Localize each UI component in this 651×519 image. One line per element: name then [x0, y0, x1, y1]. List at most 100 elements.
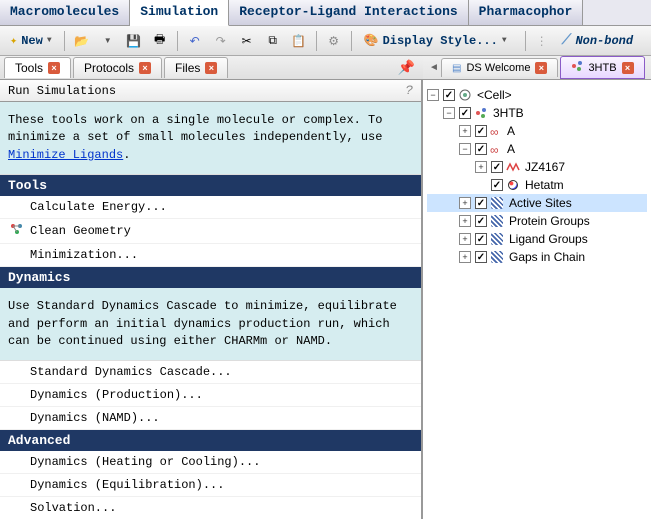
tab-3htb[interactable]: 3HTB × — [560, 56, 644, 79]
tool-clean-geometry[interactable]: Clean Geometry — [0, 219, 421, 244]
tree-node-chain-a-1[interactable]: + A — [427, 122, 647, 140]
tab-protocols[interactable]: Protocols × — [73, 57, 162, 78]
main-menubar: Macromolecules Simulation Receptor-Ligan… — [0, 0, 651, 26]
checkbox[interactable] — [491, 179, 503, 191]
tree-node-cell[interactable]: − <Cell> — [427, 86, 647, 104]
bond-icon: ⟋ — [562, 36, 572, 46]
open-button[interactable]: 📂 — [71, 30, 93, 52]
nonbond-button[interactable]: ⟋ Non-bond — [556, 32, 639, 50]
tool-dynamics-heating-cooling[interactable]: Dynamics (Heating or Cooling)... — [0, 451, 421, 474]
tab-files-label: Files — [175, 61, 200, 75]
tree-node-chain-a-2[interactable]: − A — [427, 140, 647, 158]
undo-button[interactable]: ↶ — [184, 30, 206, 52]
menubar-tab-pharmacophor[interactable]: Pharmacophor — [469, 0, 584, 25]
close-icon[interactable]: × — [205, 62, 217, 74]
tree-node-protein-groups[interactable]: + Protein Groups — [427, 212, 647, 230]
tree-label: Ligand Groups — [507, 232, 590, 246]
tool-label: Dynamics (Equilibration)... — [30, 478, 224, 492]
expand-icon[interactable]: + — [459, 251, 471, 263]
expand-icon[interactable]: + — [475, 161, 487, 173]
menubar-tab-simulation[interactable]: Simulation — [130, 0, 229, 26]
help-icon[interactable]: ? — [405, 83, 413, 98]
tree-node-hetatm[interactable]: Hetatm — [427, 176, 647, 194]
tree-label: <Cell> — [475, 88, 514, 102]
collapse-icon[interactable]: − — [459, 143, 471, 155]
checkbox[interactable] — [475, 215, 487, 227]
tool-dynamics-namd[interactable]: Dynamics (NAMD)... — [0, 407, 421, 430]
tool-minimization[interactable]: Minimization... — [0, 244, 421, 267]
menubar-tab-receptor-ligand[interactable]: Receptor-Ligand Interactions — [229, 0, 468, 25]
tree-node-3htb[interactable]: − 3HTB — [427, 104, 647, 122]
collapse-icon[interactable]: − — [427, 89, 439, 101]
tool-solvation[interactable]: Solvation... — [0, 497, 421, 519]
copy-icon: ⧉ — [268, 33, 277, 48]
tool-standard-dynamics-cascade[interactable]: Standard Dynamics Cascade... — [0, 361, 421, 384]
close-icon[interactable]: × — [535, 62, 547, 74]
tree-node-active-sites[interactable]: + Active Sites — [427, 194, 647, 212]
section-advanced-header: Advanced — [0, 430, 421, 451]
arrow-button[interactable]: ▼ — [97, 30, 119, 52]
checkbox[interactable] — [475, 125, 487, 137]
save-button[interactable]: 💾 — [123, 30, 145, 52]
intro-text: These tools work on a single molecule or… — [8, 113, 382, 144]
undo-icon: ↶ — [190, 34, 200, 48]
group-icon — [490, 250, 504, 264]
checkbox[interactable] — [475, 251, 487, 263]
tab-tools[interactable]: Tools × — [4, 57, 71, 78]
hetatm-icon — [506, 178, 520, 192]
tree-node-ligand-groups[interactable]: + Ligand Groups — [427, 230, 647, 248]
dynamics-description: Use Standard Dynamics Cascade to minimiz… — [0, 288, 421, 361]
tab-ds-welcome-label: DS Welcome — [466, 62, 530, 74]
tools-scroll-area[interactable]: These tools work on a single molecule or… — [0, 102, 421, 519]
folder-open-icon: 📂 — [74, 34, 89, 48]
redo-button[interactable]: ↷ — [210, 30, 232, 52]
expand-icon[interactable]: + — [459, 125, 471, 137]
checkbox[interactable] — [443, 89, 455, 101]
checkbox[interactable] — [475, 233, 487, 245]
collapse-icon[interactable]: − — [443, 107, 455, 119]
tree-label: 3HTB — [491, 106, 526, 120]
close-icon[interactable]: × — [48, 62, 60, 74]
tool-dynamics-production[interactable]: Dynamics (Production)... — [0, 384, 421, 407]
expand-icon[interactable]: + — [459, 197, 471, 209]
tree-label: Active Sites — [507, 196, 574, 210]
clean-geometry-icon — [10, 223, 24, 239]
tool-calculate-energy[interactable]: Calculate Energy... — [0, 196, 421, 219]
tool-label: Calculate Energy... — [30, 200, 167, 214]
print-button[interactable]: 🖶 — [149, 30, 171, 52]
tab-ds-welcome[interactable]: ▤ DS Welcome × — [441, 58, 558, 77]
close-icon[interactable]: × — [139, 62, 151, 74]
document-icon: ▤ — [452, 63, 461, 74]
scroll-left-icon[interactable]: ◄ — [427, 62, 441, 73]
tool-label: Dynamics (Heating or Cooling)... — [30, 455, 260, 469]
checkbox[interactable] — [459, 107, 471, 119]
expand-icon[interactable]: + — [459, 233, 471, 245]
copy-button[interactable]: ⧉ — [262, 30, 284, 52]
checkbox[interactable] — [491, 161, 503, 173]
gear-icon: ⚙ — [328, 34, 339, 48]
redo-icon: ↷ — [216, 34, 226, 48]
tool-dynamics-equilibration[interactable]: Dynamics (Equilibration)... — [0, 474, 421, 497]
sparkle-icon: ✦ — [10, 33, 17, 48]
cut-button[interactable]: ✂ — [236, 30, 258, 52]
tree-label: A — [505, 124, 517, 138]
minimize-ligands-link[interactable]: Minimize Ligands — [8, 148, 123, 162]
left-tabs: Tools × Protocols × Files × 📌 — [0, 56, 423, 80]
tools-panel: Run Simulations ? These tools work on a … — [0, 80, 423, 519]
pin-icon[interactable]: 📌 — [398, 59, 415, 76]
tree-node-jz4167[interactable]: + JZ4167 — [427, 158, 647, 176]
tab-files[interactable]: Files × — [164, 57, 228, 78]
paste-button[interactable]: 📋 — [288, 30, 310, 52]
checkbox[interactable] — [475, 143, 487, 155]
tree-node-gaps-in-chain[interactable]: + Gaps in Chain — [427, 248, 647, 266]
expand-icon[interactable]: + — [459, 215, 471, 227]
new-button[interactable]: ✦ New ▼ — [4, 31, 58, 50]
panel-title: Run Simulations — [8, 84, 116, 98]
checkbox[interactable] — [475, 197, 487, 209]
close-icon[interactable]: × — [622, 62, 634, 74]
menubar-tab-macromolecules[interactable]: Macromolecules — [0, 0, 130, 25]
settings-button[interactable]: ⚙ — [323, 30, 345, 52]
panel-header: Run Simulations ? — [0, 80, 421, 102]
tab-3htb-label: 3HTB — [588, 62, 616, 74]
display-style-button[interactable]: 🎨 Display Style... ▼ — [358, 31, 513, 50]
